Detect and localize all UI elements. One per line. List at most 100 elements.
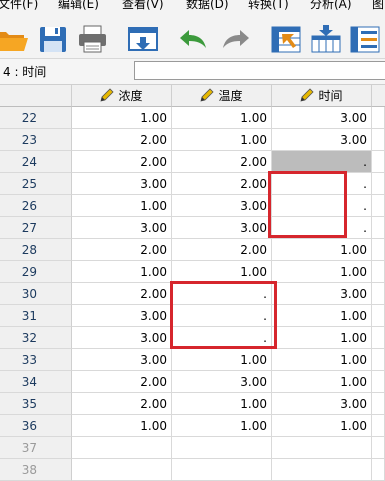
data-cell[interactable]: 1.00 (272, 261, 372, 283)
row-number[interactable]: 30 (0, 283, 72, 305)
data-cell[interactable]: 1.00 (72, 195, 172, 217)
data-cell[interactable] (372, 239, 385, 261)
data-cell[interactable] (172, 437, 272, 459)
data-cell[interactable]: 1.00 (272, 239, 372, 261)
data-cell[interactable]: 2.00 (72, 371, 172, 393)
row-number[interactable]: 28 (0, 239, 72, 261)
data-cell[interactable] (372, 437, 385, 459)
data-cell[interactable] (372, 393, 385, 415)
data-cell[interactable]: 2.00 (72, 151, 172, 173)
menu-transform[interactable]: 转换(T) (248, 0, 289, 10)
print-icon[interactable] (76, 24, 110, 54)
save-icon[interactable] (37, 24, 71, 54)
folder-open-icon[interactable] (0, 24, 28, 54)
data-cell[interactable]: 1.00 (272, 305, 372, 327)
data-cell[interactable] (372, 349, 385, 371)
data-cell[interactable] (372, 107, 385, 129)
menu-data[interactable]: 数据(D) (186, 0, 229, 10)
redo-icon[interactable] (219, 24, 253, 54)
data-cell[interactable] (72, 437, 172, 459)
data-cell[interactable]: 2.00 (172, 173, 272, 195)
data-cell[interactable] (372, 327, 385, 349)
undo-icon[interactable] (176, 24, 210, 54)
data-cell[interactable] (372, 283, 385, 305)
row-number[interactable]: 33 (0, 349, 72, 371)
row-number[interactable]: 37 (0, 437, 72, 459)
row-number[interactable]: 36 (0, 415, 72, 437)
data-cell[interactable] (372, 261, 385, 283)
data-cell[interactable] (272, 437, 372, 459)
data-cell[interactable]: 3.00 (72, 217, 172, 239)
data-cell[interactable] (372, 371, 385, 393)
row-number[interactable]: 24 (0, 151, 72, 173)
data-cell[interactable]: . (172, 305, 272, 327)
data-cell[interactable]: 3.00 (272, 107, 372, 129)
data-cell[interactable]: 2.00 (172, 239, 272, 261)
row-number[interactable]: 31 (0, 305, 72, 327)
data-cell[interactable]: 1.00 (72, 415, 172, 437)
row-number[interactable]: 23 (0, 129, 72, 151)
menu-view[interactable]: 查看(V) (122, 0, 164, 10)
row-number[interactable]: 22 (0, 107, 72, 129)
data-cell[interactable]: 3.00 (72, 173, 172, 195)
data-cell[interactable] (372, 415, 385, 437)
data-cell[interactable] (372, 173, 385, 195)
row-number[interactable]: 38 (0, 459, 72, 481)
cell-value-input[interactable] (134, 61, 385, 80)
data-cell[interactable]: 3.00 (272, 393, 372, 415)
data-cell[interactable]: 3.00 (72, 305, 172, 327)
data-cell[interactable]: . (272, 195, 372, 217)
data-cell[interactable]: . (172, 283, 272, 305)
column-header-concentration[interactable]: 浓度 (72, 85, 172, 107)
row-number[interactable]: 25 (0, 173, 72, 195)
data-cell[interactable]: 1.00 (172, 349, 272, 371)
data-cell[interactable]: 1.00 (72, 261, 172, 283)
data-cell[interactable] (372, 151, 385, 173)
data-cell[interactable]: 1.00 (272, 415, 372, 437)
column-header-next[interactable] (372, 85, 385, 107)
goto-variable-icon[interactable] (309, 24, 343, 54)
data-cell[interactable] (372, 305, 385, 327)
column-header-time[interactable]: 时间 (272, 85, 372, 107)
data-cell[interactable]: . (272, 151, 372, 173)
menu-edit[interactable]: 编辑(E) (58, 0, 99, 10)
data-cell[interactable]: 1.00 (172, 107, 272, 129)
data-cell[interactable]: 2.00 (72, 393, 172, 415)
data-cell[interactable] (372, 217, 385, 239)
row-number[interactable]: 29 (0, 261, 72, 283)
data-cell[interactable] (372, 459, 385, 481)
data-cell[interactable]: 2.00 (72, 283, 172, 305)
row-number[interactable]: 35 (0, 393, 72, 415)
data-cell[interactable]: 1.00 (72, 107, 172, 129)
data-cell[interactable]: 2.00 (172, 151, 272, 173)
data-cell[interactable] (172, 459, 272, 481)
data-cell[interactable] (72, 459, 172, 481)
data-cell[interactable]: 3.00 (72, 327, 172, 349)
data-cell[interactable]: 3.00 (172, 195, 272, 217)
data-cell[interactable]: 3.00 (172, 217, 272, 239)
data-cell[interactable]: 1.00 (172, 261, 272, 283)
data-cell[interactable]: 1.00 (172, 393, 272, 415)
row-number[interactable]: 34 (0, 371, 72, 393)
menu-graphs[interactable]: 图 (372, 0, 384, 10)
data-cell[interactable]: 3.00 (272, 283, 372, 305)
data-cell[interactable]: 2.00 (72, 129, 172, 151)
data-cell[interactable]: 3.00 (272, 129, 372, 151)
row-number[interactable]: 32 (0, 327, 72, 349)
data-cell[interactable]: 3.00 (172, 371, 272, 393)
column-header-temperature[interactable]: 温度 (172, 85, 272, 107)
data-cell[interactable]: . (172, 327, 272, 349)
data-cell[interactable] (372, 129, 385, 151)
row-number[interactable]: 27 (0, 217, 72, 239)
data-cell[interactable]: . (272, 173, 372, 195)
dialog-recall-icon[interactable] (126, 24, 160, 54)
data-cell[interactable]: 1.00 (272, 371, 372, 393)
data-cell[interactable]: 3.00 (72, 349, 172, 371)
menu-file[interactable]: 文件(F) (0, 0, 38, 10)
data-cell[interactable] (372, 195, 385, 217)
data-cell[interactable]: . (272, 217, 372, 239)
row-number[interactable]: 26 (0, 195, 72, 217)
data-cell[interactable]: 1.00 (272, 327, 372, 349)
menu-analyze[interactable]: 分析(A) (310, 0, 352, 10)
goto-case-icon[interactable] (269, 24, 303, 54)
